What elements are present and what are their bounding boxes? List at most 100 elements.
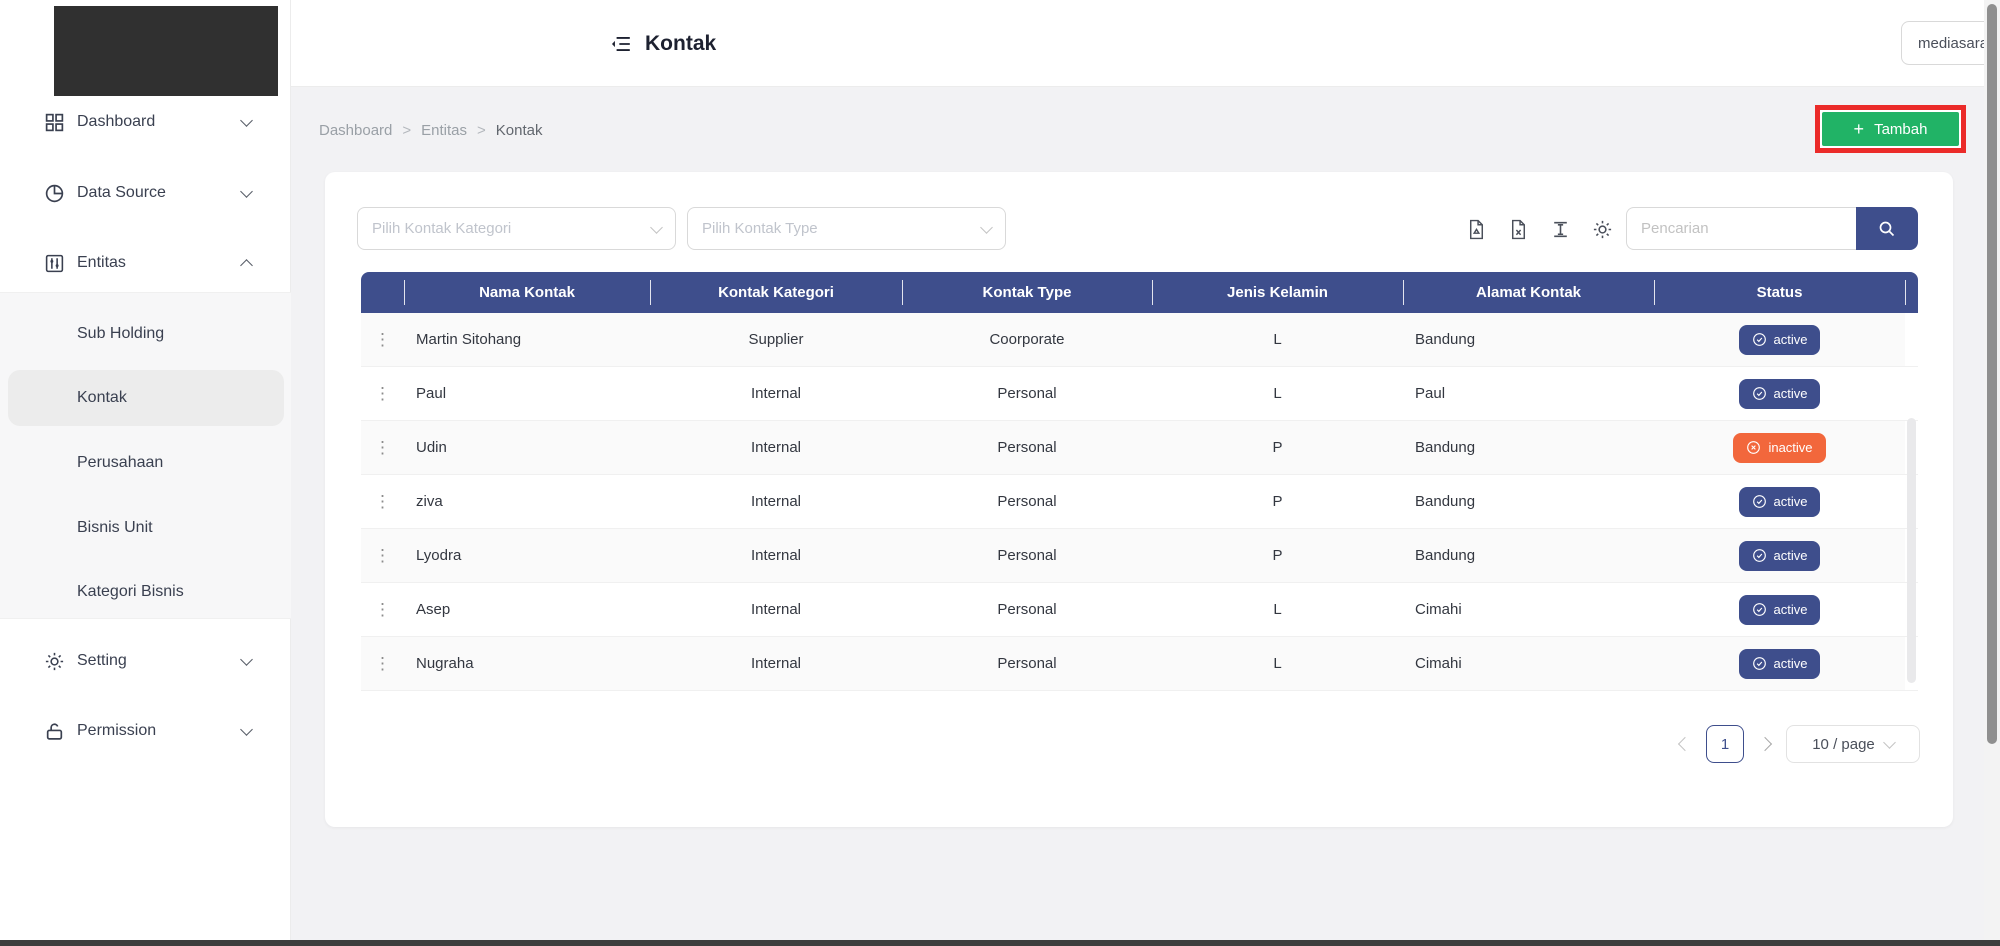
sidebar: Dashboard Data Source Entitas Sub Holdin… [0, 0, 291, 946]
header-actions-cell [361, 272, 404, 313]
cell-kontak-kategori: Internal [650, 637, 902, 690]
app-window: Dashboard Data Source Entitas Sub Holdin… [0, 0, 2000, 946]
status-badge: active [1739, 541, 1821, 571]
page-title: Kontak [610, 0, 716, 87]
sidebar-item-setting[interactable]: Setting [0, 633, 291, 689]
sidebar-item-label: Setting [77, 652, 127, 670]
cell-jenis-kelamin: L [1152, 367, 1403, 420]
pagination: 1 10 / page [1680, 725, 1920, 763]
header-kontak-kategori: Kontak Kategori [650, 272, 902, 313]
status-badge: active [1739, 649, 1821, 679]
sidebar-item-entitas[interactable]: Entitas [0, 235, 291, 291]
sliders-icon [44, 252, 66, 274]
cell-nama-kontak: Asep [404, 583, 650, 636]
cell-kontak-type: Personal [902, 367, 1152, 420]
cell-kontak-kategori: Internal [650, 583, 902, 636]
cell-kontak-kategori: Supplier [650, 313, 902, 366]
subitem-label: Kontak [77, 389, 127, 407]
chevron-down-icon [650, 221, 663, 234]
table-settings-gear-icon[interactable] [1591, 218, 1613, 240]
unlock-icon [44, 720, 66, 742]
check-circle-icon [1752, 656, 1767, 671]
chevron-down-icon [1883, 736, 1896, 749]
cell-kontak-kategori: Internal [650, 475, 902, 528]
chevron-down-icon [980, 221, 993, 234]
sidebar-item-data-source[interactable]: Data Source [0, 165, 291, 221]
row-actions-icon[interactable]: ⋮ [361, 583, 404, 636]
subitem-label: Bisnis Unit [77, 519, 153, 537]
subitem-label: Sub Holding [77, 325, 164, 343]
search-input[interactable] [1626, 207, 1856, 250]
page-size-value: 10 / page [1812, 736, 1875, 753]
cell-kontak-kategori: Internal [650, 421, 902, 474]
table-row: ⋮ ziva Internal Personal P Bandung activ… [361, 475, 1918, 529]
search-button[interactable] [1856, 207, 1918, 250]
export-pdf-icon[interactable] [1465, 218, 1487, 240]
breadcrumb-separator: > [402, 122, 411, 139]
kontak-card: Pilih Kontak Kategori Pilih Kontak Type [325, 172, 1953, 827]
topbar: Kontak mediasarana [291, 0, 2000, 87]
status-badge: active [1739, 487, 1821, 517]
cell-kontak-type: Coorporate [902, 313, 1152, 366]
sidebar-item-permission[interactable]: Permission [0, 703, 291, 759]
sidebar-subitem-sub-holding[interactable]: Sub Holding [0, 306, 291, 362]
sidebar-subitem-perusahaan[interactable]: Perusahaan [0, 435, 291, 491]
breadcrumb: Dashboard > Entitas > Kontak [319, 117, 542, 143]
pagination-prev-icon[interactable] [1678, 737, 1692, 751]
row-actions-icon[interactable]: ⋮ [361, 367, 404, 420]
kontak-type-select[interactable]: Pilih Kontak Type [687, 207, 1006, 250]
page-title-text: Kontak [645, 32, 716, 56]
tambah-button[interactable]: + Tambah [1822, 112, 1959, 146]
cell-alamat-kontak: Bandung [1403, 529, 1654, 582]
cell-kontak-type: Personal [902, 583, 1152, 636]
cell-jenis-kelamin: P [1152, 529, 1403, 582]
search-icon [1877, 219, 1897, 239]
cell-nama-kontak: Lyodra [404, 529, 650, 582]
cell-kontak-type: Personal [902, 421, 1152, 474]
page-size-select[interactable]: 10 / page [1786, 725, 1920, 763]
sidebar-item-label: Data Source [77, 184, 166, 202]
export-excel-icon[interactable] [1507, 218, 1529, 240]
kontak-table: Nama Kontak Kontak Kategori Kontak Type … [361, 272, 1918, 691]
column-height-icon[interactable] [1549, 218, 1571, 240]
table-header: Nama Kontak Kontak Kategori Kontak Type … [361, 272, 1918, 313]
header-jenis-kelamin: Jenis Kelamin [1152, 272, 1403, 313]
gear-icon [44, 650, 66, 672]
sidebar-item-dashboard[interactable]: Dashboard [0, 94, 291, 150]
cell-nama-kontak: Paul [404, 367, 650, 420]
breadcrumb-item-entitas[interactable]: Entitas [421, 122, 467, 139]
table-body: ⋮ Martin Sitohang Supplier Coorporate L … [361, 313, 1918, 691]
cell-jenis-kelamin: L [1152, 637, 1403, 690]
row-scrollbar-gutter [1905, 367, 1918, 420]
pagination-next-icon[interactable] [1758, 737, 1772, 751]
chevron-down-icon [240, 114, 253, 127]
cell-jenis-kelamin: L [1152, 583, 1403, 636]
pagination-page-1[interactable]: 1 [1706, 725, 1744, 763]
kontak-kategori-select[interactable]: Pilih Kontak Kategori [357, 207, 676, 250]
search-group [1626, 207, 1918, 250]
window-scrollbar-thumb[interactable] [1987, 4, 1997, 744]
sidebar-subitem-bisnis-unit[interactable]: Bisnis Unit [0, 500, 291, 556]
row-actions-icon[interactable]: ⋮ [361, 313, 404, 366]
row-actions-icon[interactable]: ⋮ [361, 637, 404, 690]
cell-alamat-kontak: Bandung [1403, 475, 1654, 528]
sidebar-item-label: Entitas [77, 254, 126, 272]
tambah-button-label: Tambah [1874, 121, 1927, 138]
row-actions-icon[interactable]: ⋮ [361, 475, 404, 528]
table-scrollbar-thumb[interactable] [1907, 418, 1916, 683]
logo [54, 6, 278, 96]
menu-fold-icon[interactable] [610, 33, 632, 55]
breadcrumb-item-dashboard[interactable]: Dashboard [319, 122, 392, 139]
row-actions-icon[interactable]: ⋮ [361, 421, 404, 474]
subitem-label: Kategori Bisnis [77, 583, 184, 601]
row-actions-icon[interactable]: ⋮ [361, 529, 404, 582]
chevron-up-icon [240, 259, 253, 272]
cell-kontak-type: Personal [902, 637, 1152, 690]
sidebar-subitem-kategori-bisnis[interactable]: Kategori Bisnis [0, 564, 291, 620]
cell-alamat-kontak: Bandung [1403, 313, 1654, 366]
table-row: ⋮ Lyodra Internal Personal P Bandung act… [361, 529, 1918, 583]
table-row: ⋮ Paul Internal Personal L Paul active [361, 367, 1918, 421]
cell-nama-kontak: Martin Sitohang [404, 313, 650, 366]
table-toolbar [1465, 212, 1613, 246]
sidebar-subitem-kontak[interactable]: Kontak [0, 370, 291, 426]
